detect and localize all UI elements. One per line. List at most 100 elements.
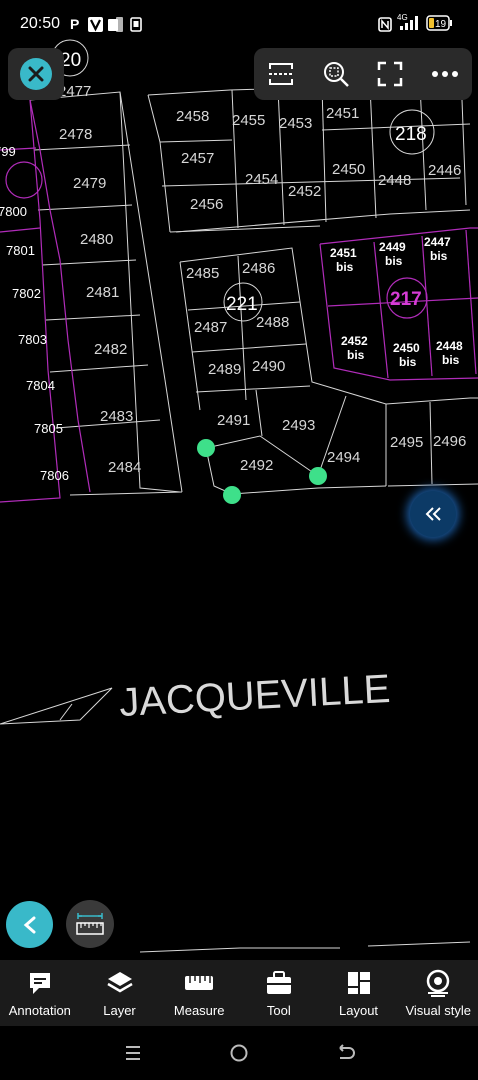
parcel-label: 2482: [94, 341, 127, 358]
parcel-label: 2449: [379, 240, 406, 254]
parcel-suffix-label: bis: [430, 249, 448, 263]
nav-layout[interactable]: Layout: [319, 960, 399, 1026]
parcel-label: 2447: [424, 235, 451, 249]
vertex-point[interactable]: [223, 486, 241, 504]
parcel-label: 2494: [327, 449, 360, 466]
system-navigation-bar: [0, 1026, 478, 1080]
back-arrow-icon: [339, 1044, 355, 1059]
parcel-label: 2478: [59, 126, 92, 143]
frame-select-icon: [269, 63, 294, 85]
nav-visual-style[interactable]: Visual style: [398, 960, 478, 1026]
parcel-boundaries: [0, 79, 478, 953]
measure-icon: [184, 968, 214, 998]
parcel-label: 2481: [86, 284, 119, 301]
back-system-button[interactable]: [325, 1033, 365, 1073]
nav-layer-label: Layer: [103, 1003, 136, 1018]
parcel-suffix-label: bis: [385, 254, 403, 268]
close-icon: [20, 58, 52, 90]
parcel-label: 2451: [326, 105, 359, 122]
visual-style-icon: [423, 968, 453, 998]
cadastral-map[interactable]: 2458 2455 2453 2451 2457 2454 2450 2448 2446 2452…: [0, 0, 478, 960]
nav-measure[interactable]: Measure: [159, 960, 239, 1026]
vertex-point[interactable]: [197, 439, 215, 457]
expand-panel-button[interactable]: [410, 491, 456, 537]
ruler-icon: [76, 913, 104, 935]
parcel-suffix-label: bis: [336, 260, 354, 274]
block-label-218: 218: [395, 124, 427, 145]
frame-select-button[interactable]: [261, 54, 301, 94]
nav-annotation[interactable]: Annotation: [0, 960, 80, 1026]
parcel-label: 2493: [282, 417, 315, 434]
toolbox-icon: [264, 968, 294, 998]
parcel-label: 2448: [378, 172, 411, 189]
layout-icon: [344, 968, 374, 998]
parcel-label: 2448: [436, 339, 463, 353]
parcel-label: 2485: [186, 265, 219, 282]
more-button[interactable]: [425, 54, 465, 94]
parcel-label: 7802: [12, 286, 41, 301]
vertex-point[interactable]: [309, 467, 327, 485]
parcel-label: 2450: [393, 341, 420, 355]
zoom-extent-button[interactable]: [316, 54, 356, 94]
block-label-217: 217: [390, 289, 422, 310]
parcel-label: 7805: [34, 421, 63, 436]
parcel-label: 2458: [176, 108, 209, 125]
home-icon: [230, 1044, 248, 1062]
nav-tool[interactable]: Tool: [239, 960, 319, 1026]
nav-visual-style-label: Visual style: [405, 1003, 471, 1018]
parcel-label: 2489: [208, 361, 241, 378]
parcel-suffix-label: bis: [399, 355, 417, 369]
zoom-extent-icon: [323, 62, 349, 87]
nav-layout-label: Layout: [339, 1003, 379, 1018]
double-chevron-left-icon: [425, 507, 441, 521]
recents-button[interactable]: [113, 1033, 153, 1073]
parcel-label: 2457: [181, 150, 214, 167]
more-icon: [431, 71, 458, 77]
nav-measure-label: Measure: [173, 1003, 225, 1018]
place-name-label: JACQUEVILLE: [118, 667, 391, 725]
parcel-label: 2452: [341, 334, 368, 348]
close-button[interactable]: [8, 48, 64, 100]
home-button[interactable]: [219, 1033, 259, 1073]
block-label-221: 221: [226, 294, 258, 315]
parcel-label: 2480: [80, 231, 113, 248]
parcel-label: 2451: [330, 246, 357, 260]
parcel-label: 2484: [108, 459, 141, 476]
block-label-799: 799: [0, 144, 16, 159]
purple-parcel-labels: 7800 7801 7802 7803 7804 7805 7806: [0, 204, 69, 483]
parcel-label: 7801: [6, 243, 35, 258]
parcel-label: 2479: [73, 175, 106, 192]
annotation-icon: [25, 968, 55, 998]
layer-icon: [105, 968, 135, 998]
parcel-label: 2496: [433, 433, 466, 450]
parcel-label: 7806: [40, 468, 69, 483]
parcel-label: 2487: [194, 319, 227, 336]
parcel-label: 7803: [18, 332, 47, 347]
nav-tool-label: Tool: [266, 1003, 291, 1018]
parcel-label: 2456: [190, 196, 223, 213]
parcel-label: 2492: [240, 457, 273, 474]
nav-annotation-label: Annotation: [8, 1003, 71, 1018]
nav-layer[interactable]: Layer: [80, 960, 160, 1026]
fullscreen-icon: [378, 61, 403, 87]
parcel-label: 2446: [428, 162, 461, 179]
map-canvas[interactable]: 2458 2455 2453 2451 2457 2454 2450 2448 2446 2452…: [0, 0, 478, 960]
parcel-label: 2450: [332, 161, 365, 178]
ruler-button[interactable]: [66, 900, 114, 948]
fullscreen-button[interactable]: [370, 54, 410, 94]
parcel-suffix-label: bis: [442, 353, 460, 367]
parcel-label: 2486: [242, 260, 275, 277]
back-button[interactable]: [6, 901, 53, 948]
parcel-label: 2452: [288, 183, 321, 200]
parcel-label: 2453: [279, 115, 312, 132]
parcel-label: 7800: [0, 204, 27, 219]
parcel-label: 2488: [256, 314, 289, 331]
parcel-label: 2454: [245, 171, 278, 188]
menu-icon: [126, 1046, 140, 1060]
parcel-suffix-label: bis: [347, 348, 365, 362]
map-toolbar: [254, 48, 472, 100]
parcel-label: 2483: [100, 408, 133, 425]
parcel-label: 2495: [390, 434, 423, 451]
bottom-navigation: Annotation Layer Measure Tool Layout Vis…: [0, 960, 478, 1026]
parcel-label: 2490: [252, 358, 285, 375]
